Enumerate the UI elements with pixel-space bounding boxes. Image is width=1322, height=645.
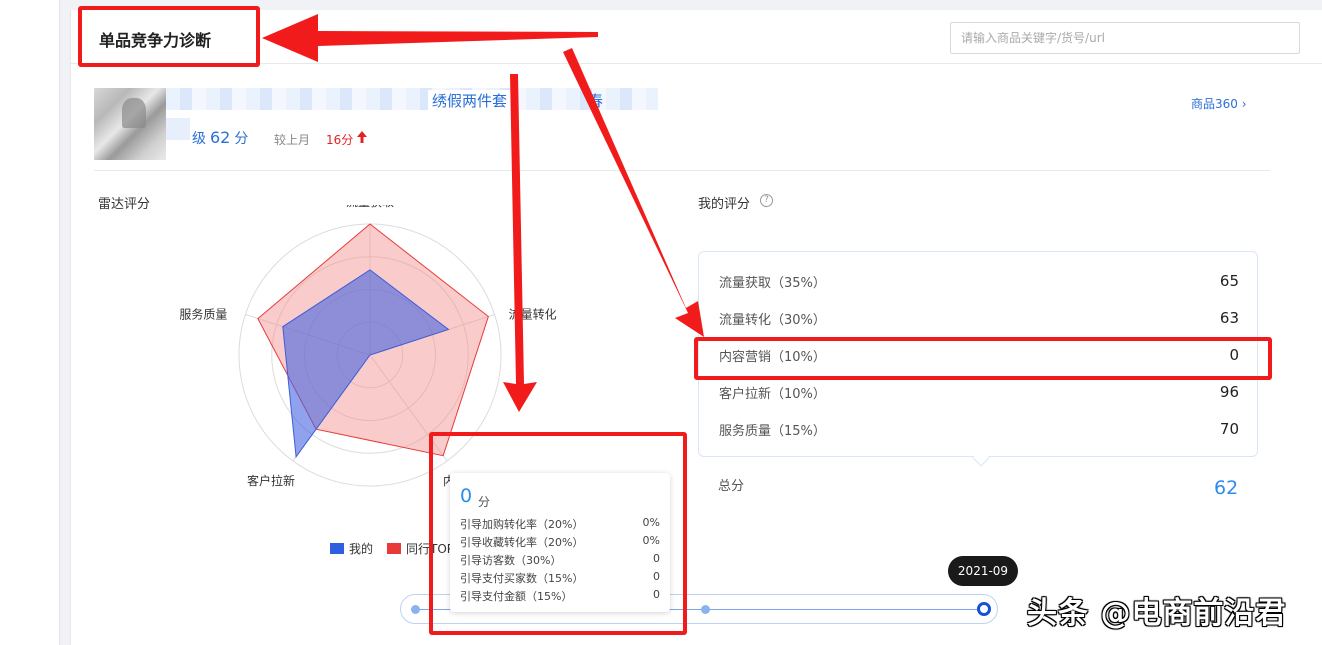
total-label: 总分 [718, 479, 745, 494]
tooltip-row-value: 0 [653, 588, 660, 601]
legend-item-top[interactable]: 同行TOP [387, 540, 454, 557]
tooltip-row-value: 0% [642, 516, 660, 529]
tooltip-row-label: 引导支付金额（15%） [460, 590, 573, 603]
legend-item-mine[interactable]: 我的 [330, 540, 373, 557]
score-row[interactable]: 服务质量（15%） 70 [719, 417, 1239, 441]
left-nav-strip [0, 0, 60, 645]
score-row[interactable]: 流量获取（35%） 65 [719, 269, 1239, 293]
radar-chart: 流量获取流量转化内容营销客户拉新服务质量 [180, 205, 557, 488]
timeline-point[interactable] [411, 605, 420, 614]
divider [94, 170, 1270, 171]
score-value: 65 [1219, 272, 1239, 290]
top-strip [60, 0, 1322, 8]
tooltip-row: 引导支付买家数（15%） 0 [460, 570, 660, 586]
score-label: 客户拉新（10%） [719, 386, 826, 402]
timeline-selected-point[interactable] [977, 602, 991, 616]
chart-legend: 我的 同行TOP [330, 540, 454, 557]
tooltip-score: 0 [460, 485, 473, 507]
product-title[interactable]: 绣假两件套 [428, 90, 512, 111]
level-score: 级 62 分 [192, 128, 248, 148]
radar-section-title: 雷达评分 [98, 197, 151, 212]
selected-month-badge: 2021-09 [948, 556, 1018, 586]
total-value: 62 [1214, 477, 1239, 499]
level-prefix: 级 [192, 131, 206, 147]
score-value: 96 [1219, 383, 1239, 401]
product-thumbnail[interactable] [94, 88, 166, 160]
radar-axis-label: 服务质量 [180, 307, 227, 322]
tooltip-row-value: 0 [653, 570, 660, 583]
content-marketing-tooltip: 0 分 引导加购转化率（20%） 0% 引导收藏转化率（20%） 0% 引导访客… [450, 473, 670, 612]
product-360-link[interactable]: 商品360 › [1191, 95, 1247, 112]
help-icon[interactable]: ? [760, 194, 773, 207]
radar-axis-label: 流量获取 [346, 205, 394, 209]
search-input[interactable] [950, 22, 1300, 54]
score-value: 63 [1219, 309, 1239, 327]
score-row[interactable]: 内容营销（10%） 0 [719, 343, 1239, 367]
tooltip-row: 引导访客数（30%） 0 [460, 552, 660, 568]
tooltip-row: 引导收藏转化率（20%） 0% [460, 534, 660, 550]
score-value: 0 [1229, 346, 1239, 364]
score-label: 流量获取（35%） [719, 275, 826, 291]
page-title: 单品竞争力诊断 [99, 31, 212, 50]
tooltip-row-value: 0% [642, 534, 660, 547]
blurred-level-region [166, 118, 190, 140]
legend-swatch-mine [330, 543, 344, 554]
blurred-title-region [166, 88, 658, 110]
radar-axis-label: 流量转化 [509, 307, 557, 322]
tooltip-row: 引导加购转化率（20%） 0% [460, 516, 660, 532]
score-value: 70 [1219, 420, 1239, 438]
level-score-value: 62 [210, 128, 231, 147]
score-row[interactable]: 流量转化（30%） 63 [719, 306, 1239, 330]
score-row[interactable]: 客户拉新（10%） 96 [719, 380, 1239, 404]
delta-value: 16分 [326, 133, 354, 147]
legend-label-top: 同行TOP [406, 542, 455, 556]
level-score-unit: 分 [234, 131, 249, 147]
compare-label: 较上月 [274, 133, 311, 147]
product-title-tail[interactable]: 春 [588, 90, 603, 111]
arrow-up-icon [357, 131, 367, 143]
radar-axis-label: 客户拉新 [247, 473, 295, 488]
card-header: 单品竞争力诊断 [71, 10, 1322, 64]
legend-label-mine: 我的 [349, 542, 374, 556]
score-label: 内容营销（10%） [719, 349, 826, 365]
tooltip-score-unit: 分 [478, 495, 491, 509]
tooltip-row-label: 引导收藏转化率（20%） [460, 536, 584, 549]
tooltip-row-value: 0 [653, 552, 660, 565]
tooltip-row-label: 引导支付买家数（15%） [460, 572, 584, 585]
tooltip-row-label: 引导访客数（30%） [460, 554, 562, 567]
tooltip-row: 引导支付金额（15%） 0 [460, 588, 660, 604]
score-label: 服务质量（15%） [719, 423, 826, 439]
score-label: 流量转化（30%） [719, 312, 826, 328]
legend-swatch-top [387, 543, 402, 554]
watermark: 头条 @电商前沿君 [1027, 596, 1287, 631]
my-score-section-title: 我的评分 [698, 197, 751, 212]
timeline-point[interactable] [701, 605, 710, 614]
tooltip-row-label: 引导加购转化率（20%） [460, 518, 584, 531]
score-breakdown-panel: 流量获取（35%） 65 流量转化（30%） 63 内容营销（10%） 0 客户… [698, 251, 1258, 467]
